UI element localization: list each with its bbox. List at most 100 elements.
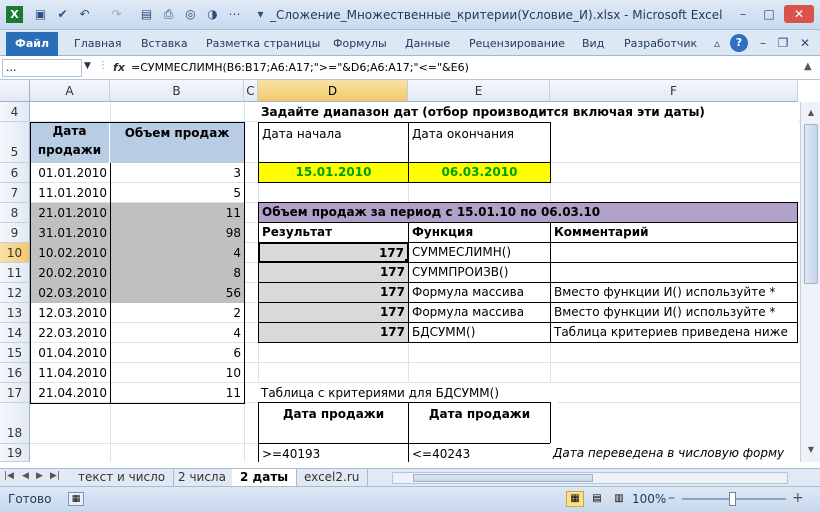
cell-d5[interactable]: Дата начала <box>258 122 409 163</box>
maximize-button[interactable]: □ <box>758 5 780 23</box>
row-header-13[interactable]: 13 <box>0 303 30 323</box>
row-header-11[interactable]: 11 <box>0 263 30 283</box>
cell-b7[interactable]: 5 <box>110 183 244 203</box>
select-all-corner[interactable] <box>0 80 30 102</box>
cell-a14[interactable]: 22.03.2010 <box>30 323 110 343</box>
tab-insert[interactable]: Вставка <box>141 35 188 53</box>
workbook-restore-icon[interactable]: ❐ <box>774 34 792 52</box>
column-header-b[interactable]: B <box>110 80 244 102</box>
cell-e12[interactable]: Формула массива <box>408 282 551 303</box>
undo-icon[interactable]: ↶ <box>76 6 93 23</box>
minimize-ribbon-icon[interactable]: ▵ <box>708 34 726 52</box>
row-header-15[interactable]: 15 <box>0 343 30 363</box>
zoom-out-button[interactable]: – <box>668 490 675 506</box>
page-layout-view-icon[interactable]: ▤ <box>588 491 606 507</box>
cell-f14[interactable]: Таблица критериев приведена ниже <box>550 322 798 343</box>
cell-d8-period-title[interactable]: Объем продаж за период с 15.01.10 по 06.… <box>258 202 798 223</box>
row-header-18[interactable]: 18 <box>0 403 30 444</box>
last-sheet-icon[interactable]: ▶| <box>50 471 60 481</box>
cell-b12[interactable]: 56 <box>110 283 244 303</box>
preview-icon[interactable]: ◎ <box>182 6 199 23</box>
vertical-scroll-thumb[interactable] <box>804 124 818 284</box>
sheet-tab-text-number[interactable]: текст и число <box>70 469 175 486</box>
cell-b14[interactable]: 4 <box>110 323 244 343</box>
cell-a6[interactable]: 01.01.2010 <box>30 163 110 183</box>
save-icon[interactable]: ▣ <box>32 6 49 23</box>
cell-a13[interactable]: 12.03.2010 <box>30 303 110 323</box>
cell-f13[interactable]: Вместо функции И() используйте * <box>550 302 798 323</box>
tab-developer[interactable]: Разработчик <box>624 35 697 53</box>
row-header-14[interactable]: 14 <box>0 323 30 343</box>
row-header-8[interactable]: 8 <box>0 203 30 223</box>
print-icon[interactable]: ⎙ <box>160 6 177 23</box>
cell-a15[interactable]: 01.04.2010 <box>30 343 110 363</box>
expand-formula-icon[interactable]: ▲ <box>804 61 812 72</box>
cell-a7[interactable]: 11.01.2010 <box>30 183 110 203</box>
tab-file[interactable]: Файл <box>6 32 58 56</box>
zoom-level[interactable]: 100% <box>632 492 666 506</box>
help-icon[interactable]: ? <box>730 34 748 52</box>
cell-d14[interactable]: 177 <box>258 322 409 343</box>
cell-a11[interactable]: 20.02.2010 <box>30 263 110 283</box>
cell-f11[interactable] <box>550 262 798 283</box>
column-header-c[interactable]: C <box>244 80 258 102</box>
cell-d4[interactable]: Задайте диапазон дат (отбор производится… <box>258 102 798 122</box>
cell-d17-criteria-title[interactable]: Таблица с критериями для БДСУММ() <box>258 383 558 403</box>
workbook-minimize-icon[interactable]: – <box>754 34 772 52</box>
sheet-tab-2-dates[interactable]: 2 даты <box>232 469 298 486</box>
sheet-tab-excel2[interactable]: excel2.ru <box>296 469 369 486</box>
cell-a17[interactable]: 21.04.2010 <box>30 383 110 403</box>
row-header-6[interactable]: 6 <box>0 163 30 183</box>
tab-data[interactable]: Данные <box>405 35 450 53</box>
cell-e13[interactable]: Формула массива <box>408 302 551 323</box>
insert-function-button[interactable]: fx <box>108 58 130 78</box>
cell-a8[interactable]: 21.01.2010 <box>30 203 110 223</box>
cell-a12[interactable]: 02.03.2010 <box>30 283 110 303</box>
row-header-12[interactable]: 12 <box>0 283 30 303</box>
column-header-d[interactable]: D <box>258 80 408 102</box>
column-header-e[interactable]: E <box>408 80 550 102</box>
cell-d10-selected[interactable]: 177 <box>258 242 409 263</box>
cell-d13[interactable]: 177 <box>258 302 409 323</box>
cell-e18[interactable]: Дата продажи <box>408 402 551 444</box>
zoom-slider-handle[interactable] <box>729 492 736 506</box>
cell-f12[interactable]: Вместо функции И() используйте * <box>550 282 798 303</box>
cell-d12[interactable]: 177 <box>258 282 409 303</box>
row-header-5[interactable]: 5 <box>0 122 30 163</box>
cell-e14[interactable]: БДСУММ() <box>408 322 551 343</box>
macro-record-icon[interactable]: ▦ <box>68 492 84 506</box>
minimize-button[interactable]: – <box>732 5 754 23</box>
name-box-dropdown-icon[interactable]: ▼ <box>84 61 91 71</box>
row-header-4[interactable]: 4 <box>0 102 30 122</box>
horizontal-scroll-thumb[interactable] <box>413 474 593 482</box>
column-header-f[interactable]: F <box>550 80 798 102</box>
excel-logo-icon[interactable]: X <box>6 6 23 23</box>
cell-d9[interactable]: Результат <box>258 222 409 243</box>
row-header-16[interactable]: 16 <box>0 363 30 383</box>
cell-d18[interactable]: Дата продажи <box>258 402 409 444</box>
workbook-close-icon[interactable]: ✕ <box>796 34 814 52</box>
cell-d19[interactable]: >=40193 <box>258 443 409 462</box>
cell-e11[interactable]: СУММПРОИЗВ() <box>408 262 551 283</box>
name-box[interactable]: ... <box>2 59 82 77</box>
tab-formulas[interactable]: Формулы <box>333 35 387 53</box>
more-icon[interactable]: ⋯ <box>226 6 243 23</box>
redo-icon[interactable]: ↷ <box>108 6 125 23</box>
tab-view[interactable]: Вид <box>582 35 604 53</box>
prev-sheet-icon[interactable]: ◀ <box>22 471 29 481</box>
cell-e9[interactable]: Функция <box>408 222 551 243</box>
cell-e5[interactable]: Дата окончания <box>408 122 551 163</box>
row-header-9[interactable]: 9 <box>0 223 30 243</box>
scroll-down-icon[interactable]: ▼ <box>804 442 818 458</box>
cell-b17[interactable]: 11 <box>110 383 244 403</box>
tab-home[interactable]: Главная <box>74 35 122 53</box>
cell-b15[interactable]: 6 <box>110 343 244 363</box>
cell-a9[interactable]: 31.01.2010 <box>30 223 110 243</box>
cell-b6[interactable]: 3 <box>110 163 244 183</box>
cell-f10[interactable] <box>550 242 798 263</box>
next-sheet-icon[interactable]: ▶ <box>36 471 43 481</box>
cell-b13[interactable]: 2 <box>110 303 244 323</box>
sheet-tab-2-numbers[interactable]: 2 числа <box>170 469 235 486</box>
first-sheet-icon[interactable]: |◀ <box>4 471 14 481</box>
cell-a10[interactable]: 10.02.2010 <box>30 243 110 263</box>
